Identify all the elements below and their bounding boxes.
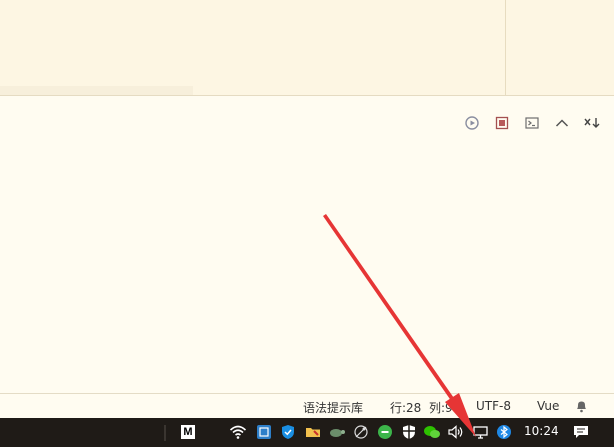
run-button[interactable] (460, 112, 484, 134)
notification-center-button[interactable] (572, 423, 590, 441)
encoding-indicator[interactable]: UTF-8 (476, 399, 511, 413)
m-app-icon: M (181, 425, 195, 439)
bluetooth-tray-icon[interactable] (495, 423, 513, 441)
taskbar-clock[interactable]: 10:24 (524, 424, 559, 438)
network-display-icon (473, 426, 488, 439)
column-indicator[interactable]: 列:9 (429, 399, 453, 416)
clear-output-icon (584, 118, 600, 128)
status-bar: 语法提示库 行:28 列:9 UTF-8 Vue (0, 393, 614, 418)
m-app-tray-icon[interactable]: M (179, 423, 197, 441)
pane-divider[interactable] (505, 0, 506, 96)
volume-icon (448, 425, 463, 439)
folder-app-icon (306, 428, 320, 437)
turtle-app-tray-icon[interactable] (328, 423, 346, 441)
line-indicator[interactable]: 行:28 (390, 399, 421, 416)
collapse-panel-button[interactable] (550, 112, 574, 134)
grammar-library-label[interactable]: 语法提示库 (303, 399, 363, 416)
wechat-icon (424, 426, 440, 438)
notification-icon (574, 426, 588, 438)
shield-tray-icon[interactable] (279, 423, 297, 441)
bluetooth-icon (497, 425, 511, 439)
clear-output-button[interactable] (580, 112, 604, 134)
wechat-tray-icon[interactable] (423, 423, 441, 441)
green-app-icon (378, 425, 392, 439)
shield-icon (282, 425, 294, 439)
folder-app-tray-icon[interactable] (304, 423, 322, 441)
windows-taskbar: M 10:24 (0, 418, 614, 447)
satellite-tray-icon[interactable] (352, 423, 370, 441)
green-app-tray-icon[interactable] (376, 423, 394, 441)
satellite-icon (354, 425, 368, 439)
security-tray-icon[interactable] (400, 423, 418, 441)
stop-button[interactable] (490, 112, 514, 134)
terminal-icon (525, 117, 539, 129)
top-panel (0, 0, 614, 96)
stop-icon (495, 116, 509, 130)
volume-tray-icon[interactable] (447, 423, 465, 441)
bell-icon[interactable] (575, 399, 588, 413)
terminal-button[interactable] (520, 112, 544, 134)
chevron-up-icon (555, 119, 569, 127)
security-icon (403, 425, 415, 439)
turtle-app-icon (330, 429, 345, 437)
top-panel-border (0, 95, 614, 96)
editor-toolbar (460, 112, 604, 134)
run-icon (465, 116, 479, 130)
top-panel-scroll-strip (0, 86, 193, 95)
wifi-tray-icon[interactable] (229, 423, 247, 441)
network-display-tray-icon[interactable] (472, 423, 490, 441)
taskbar-separator (164, 425, 166, 441)
network-app-icon (257, 425, 271, 439)
language-mode[interactable]: Vue (537, 399, 559, 413)
wifi-icon (229, 425, 247, 439)
network-app-tray-icon[interactable] (255, 423, 273, 441)
